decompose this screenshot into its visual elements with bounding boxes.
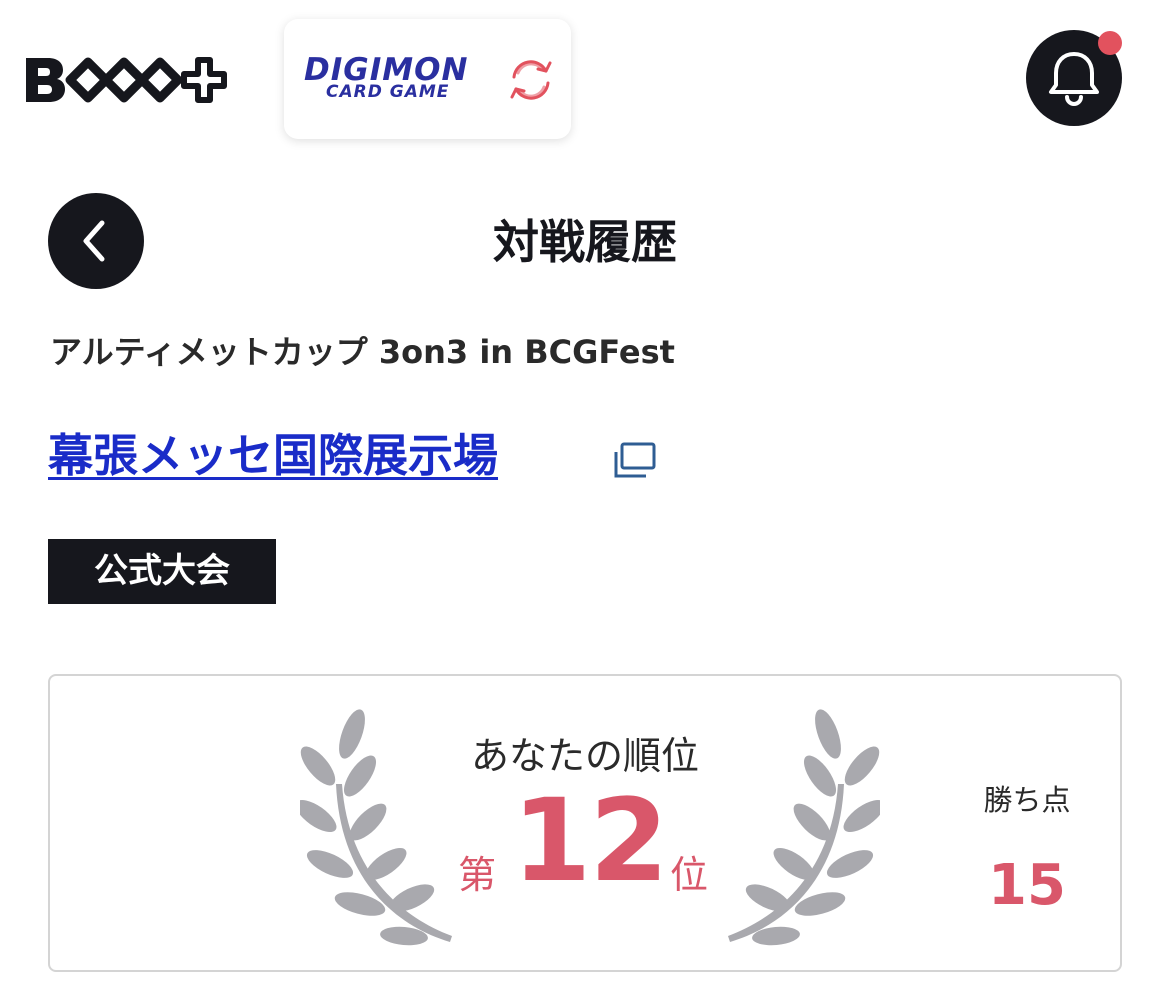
game-logo-line2: CARD GAME (326, 82, 450, 102)
event-category-badge: 公式大会 (48, 539, 276, 604)
points-value: 15 (988, 853, 1066, 918)
rank-suffix: 位 (670, 853, 709, 897)
rank-value: 12 (512, 774, 669, 907)
venue-link[interactable]: 幕張メッセ国際展示場 (48, 426, 498, 486)
laurel-wreath-icon (728, 709, 880, 946)
points-label: 勝ち点 (983, 783, 1071, 817)
event-name: アルティメットカップ 3on3 in BCGFest (50, 333, 675, 371)
game-selector-button[interactable]: DIGIMON CARD GAME (284, 19, 571, 139)
chevron-left-icon (83, 220, 105, 262)
external-link-icon[interactable] (610, 440, 660, 482)
bell-icon (1049, 52, 1099, 106)
notification-dot (1098, 31, 1122, 55)
page-title: 対戦履歴 (493, 215, 677, 269)
digimon-card-game-logo: DIGIMON CARD GAME (304, 53, 494, 113)
rank-prefix: 第 (458, 853, 497, 897)
bcg-plus-logo (26, 57, 227, 103)
back-button[interactable] (48, 193, 144, 289)
app-logo[interactable] (22, 52, 237, 108)
refresh-icon (510, 60, 552, 100)
